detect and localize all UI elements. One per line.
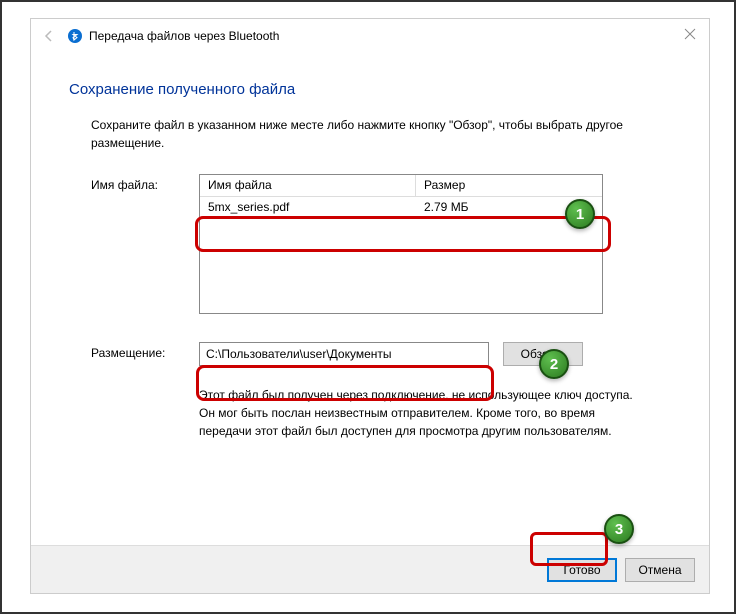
- content-area: Сохранение полученного файла Сохраните ф…: [31, 53, 709, 440]
- annotation-badge-2: 2: [539, 349, 569, 379]
- annotation-badge-3: 3: [604, 514, 634, 544]
- dialog-footer: Готово Отмена: [31, 545, 709, 593]
- bluetooth-transfer-dialog: Передача файлов через Bluetooth Сохранен…: [30, 18, 710, 594]
- titlebar: Передача файлов через Bluetooth: [31, 19, 709, 53]
- location-row: Размещение: Обзор...: [91, 342, 671, 366]
- security-warning: Этот файл был получен через подключение,…: [199, 386, 649, 440]
- close-button[interactable]: [681, 25, 699, 43]
- location-label: Размещение:: [91, 342, 199, 360]
- done-button[interactable]: Готово: [547, 558, 617, 582]
- cancel-button[interactable]: Отмена: [625, 558, 695, 582]
- window-title: Передача файлов через Bluetooth: [89, 29, 279, 43]
- file-row[interactable]: 5mx_series.pdf 2.79 МБ: [200, 197, 602, 219]
- page-heading: Сохранение полученного файла: [69, 81, 671, 98]
- list-header: Имя файла Размер: [200, 175, 602, 197]
- col-header-size[interactable]: Размер: [416, 175, 602, 196]
- filename-label: Имя файла:: [91, 174, 199, 192]
- bluetooth-icon: [67, 28, 83, 44]
- file-name-cell: 5mx_series.pdf: [200, 197, 416, 219]
- annotation-badge-1: 1: [565, 199, 595, 229]
- back-arrow-icon[interactable]: [39, 26, 59, 46]
- instruction-text: Сохраните файл в указанном ниже месте ли…: [91, 116, 651, 152]
- filename-row: Имя файла: Имя файла Размер 5mx_series.p…: [91, 174, 671, 314]
- col-header-name[interactable]: Имя файла: [200, 175, 416, 196]
- path-input[interactable]: [199, 342, 489, 366]
- file-list[interactable]: Имя файла Размер 5mx_series.pdf 2.79 МБ: [199, 174, 603, 314]
